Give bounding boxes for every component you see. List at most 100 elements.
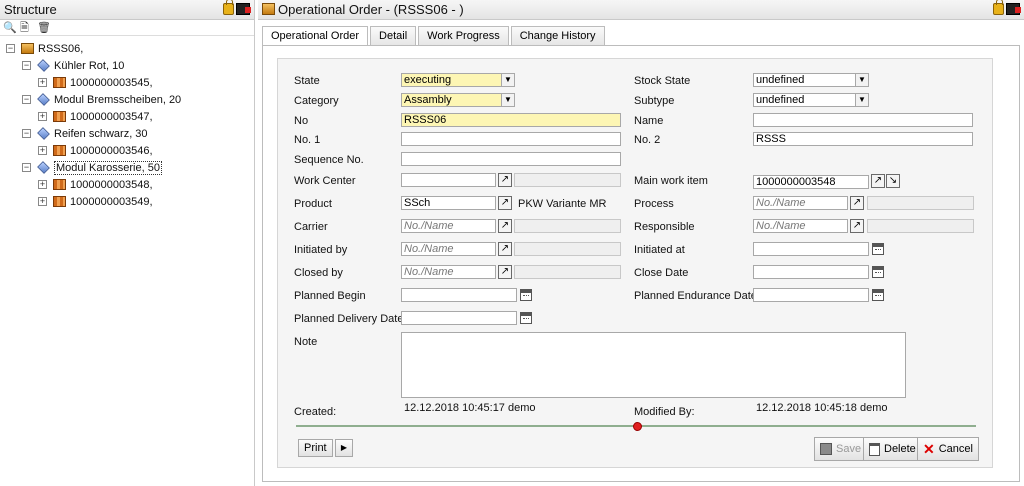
tree-node[interactable]: − RSSS06, [0, 40, 254, 57]
initiated-by-input[interactable]: No./Name [401, 242, 496, 256]
tree-node-label[interactable]: Modul Karosserie, 50 [54, 160, 162, 175]
tree-node-label[interactable]: RSSS06, [38, 43, 83, 55]
expand-icon[interactable]: + [38, 112, 47, 121]
tree-node-label[interactable]: Modul Bremsscheiben, 20 [54, 94, 181, 106]
collapse-icon[interactable]: − [6, 44, 15, 53]
expand-icon[interactable]: + [38, 146, 47, 155]
monitor-icon[interactable] [236, 3, 251, 15]
no-input[interactable]: RSSS06 [401, 113, 621, 127]
tree-node[interactable]: − Reifen schwarz, 30 [0, 125, 254, 142]
tab-operational-order[interactable]: Operational Order [262, 26, 369, 46]
expand-icon[interactable]: + [38, 78, 47, 87]
work-center-input[interactable] [401, 173, 496, 187]
tree-node[interactable]: +1000000003548, [0, 176, 254, 193]
planned-endurance-input[interactable] [753, 288, 869, 302]
category-value: Assambly [404, 94, 452, 106]
order-header: Operational Order - (RSSS06 - ) [258, 0, 1024, 20]
tree-node-label[interactable]: 1000000003547, [70, 111, 153, 123]
delete-button[interactable]: Delete [863, 437, 922, 461]
stock-state-select[interactable]: undefined ▼ [753, 73, 869, 87]
tree-node[interactable]: − Kühler Rot, 10 [0, 57, 254, 74]
open-link-icon[interactable]: ↗ [498, 242, 512, 256]
print-button[interactable]: Print [298, 439, 333, 457]
initiated-at-input[interactable] [753, 242, 869, 256]
chevron-down-icon[interactable]: ▼ [855, 74, 868, 86]
carrier-label: Carrier [294, 221, 328, 233]
calendar-icon[interactable] [872, 266, 884, 278]
tab-change-history[interactable]: Change History [510, 26, 605, 45]
close-date-input[interactable] [753, 265, 869, 279]
state-select[interactable]: executing ▼ [401, 73, 515, 87]
carrier-name [514, 219, 621, 233]
process-input[interactable]: No./Name [753, 196, 848, 210]
collapse-icon[interactable]: − [22, 129, 31, 138]
collapse-icon[interactable]: − [22, 163, 31, 172]
no-label: No [294, 115, 309, 127]
tab-detail[interactable]: Detail [370, 26, 417, 45]
tree-node[interactable]: +1000000003549, [0, 193, 254, 210]
open-link-icon[interactable]: ↗ [871, 174, 885, 188]
subtype-select[interactable]: undefined ▼ [753, 93, 869, 107]
calendar-icon[interactable] [520, 312, 532, 324]
no2-input[interactable]: RSSS [753, 132, 973, 146]
sequence-input[interactable] [401, 152, 621, 166]
responsible-input[interactable]: No./Name [753, 219, 848, 233]
tree-node[interactable]: +1000000003547, [0, 108, 254, 125]
tree-node-label[interactable]: 1000000003546, [70, 145, 153, 157]
no1-input[interactable] [401, 132, 621, 146]
state-label: State [294, 75, 320, 87]
product-input[interactable]: SSch [401, 196, 496, 210]
search-icon[interactable]: 🔍 [3, 22, 17, 34]
tree-node-label[interactable]: 1000000003549, [70, 196, 153, 208]
splitter-handle[interactable] [633, 422, 642, 431]
collapse-icon[interactable]: − [22, 61, 31, 70]
chevron-down-icon[interactable]: ▼ [501, 94, 514, 106]
process-label: Process [634, 198, 674, 210]
collapse-icon[interactable]: − [22, 95, 31, 104]
trash-icon[interactable]: 🗑 [37, 22, 51, 34]
lock-icon[interactable] [993, 0, 1004, 15]
carrier-input[interactable]: No./Name [401, 219, 496, 233]
work-center-name [514, 173, 621, 187]
open-link-icon[interactable]: ↗ [850, 196, 864, 210]
calendar-icon[interactable] [872, 243, 884, 255]
closed-by-input[interactable]: No./Name [401, 265, 496, 279]
name-input[interactable] [753, 113, 973, 127]
save-button[interactable]: Save [814, 437, 868, 461]
tree-node-label[interactable]: 1000000003548, [70, 179, 153, 191]
monitor-icon[interactable] [1006, 3, 1021, 15]
open-link-icon[interactable]: ↗ [498, 196, 512, 210]
expand-icon[interactable]: + [38, 197, 47, 206]
close-date-label: Close Date [634, 267, 689, 279]
chevron-down-icon[interactable]: ▼ [855, 94, 868, 106]
follow-link-icon[interactable]: ↘ [886, 174, 900, 188]
new-document-icon[interactable]: 🗎 [20, 22, 32, 34]
open-link-icon[interactable]: ↗ [498, 265, 512, 279]
tree-node-label[interactable]: 1000000003545, [70, 77, 153, 89]
planned-begin-input[interactable] [401, 288, 517, 302]
open-link-icon[interactable]: ↗ [850, 219, 864, 233]
chevron-right-icon[interactable]: ▶ [335, 439, 353, 457]
tab-work-progress[interactable]: Work Progress [418, 26, 509, 45]
product-name: PKW Variante MR [518, 198, 607, 210]
order-icon [262, 3, 275, 15]
main-work-item-input[interactable]: 1000000003548 [753, 175, 869, 189]
cancel-button[interactable]: ✕ Cancel [917, 437, 979, 461]
open-link-icon[interactable]: ↗ [498, 173, 512, 187]
note-textarea[interactable] [401, 332, 906, 398]
tree-node[interactable]: − Modul Karosserie, 50 [0, 159, 254, 176]
tree-node[interactable]: +1000000003546, [0, 142, 254, 159]
tree-node-label[interactable]: Reifen schwarz, 30 [54, 128, 148, 140]
lock-icon[interactable] [223, 0, 234, 15]
calendar-icon[interactable] [872, 289, 884, 301]
tree-node[interactable]: − Modul Bremsscheiben, 20 [0, 91, 254, 108]
tree-node[interactable]: +1000000003545, [0, 74, 254, 91]
open-link-icon[interactable]: ↗ [498, 219, 512, 233]
chevron-down-icon[interactable]: ▼ [501, 74, 514, 86]
process-name [867, 196, 974, 210]
planned-delivery-input[interactable] [401, 311, 517, 325]
category-select[interactable]: Assambly ▼ [401, 93, 515, 107]
expand-icon[interactable]: + [38, 180, 47, 189]
calendar-icon[interactable] [520, 289, 532, 301]
tree-node-label[interactable]: Kühler Rot, 10 [54, 60, 124, 72]
